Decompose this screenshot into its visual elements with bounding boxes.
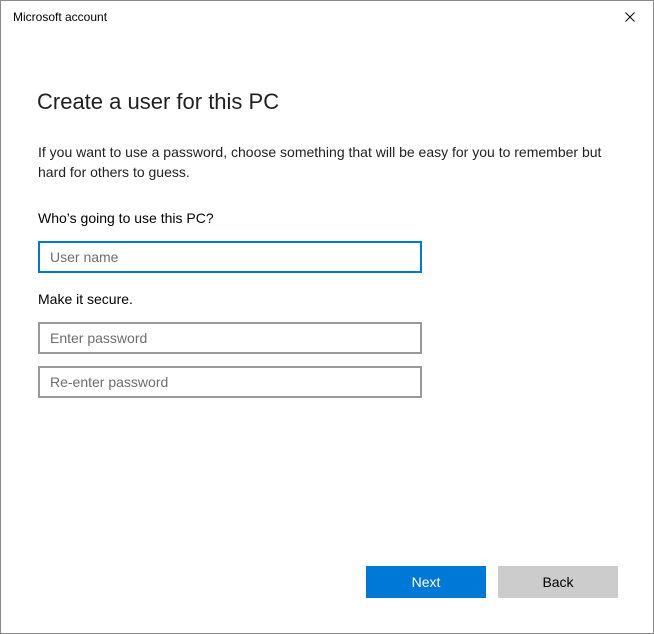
title-bar: Microsoft account [1, 1, 653, 33]
who-label: Who’s going to use this PC? [38, 210, 214, 226]
page-title: Create a user for this PC [37, 89, 280, 114]
secure-label: Make it secure. [38, 291, 133, 307]
back-button[interactable]: Back [498, 566, 618, 598]
next-button[interactable]: Next [366, 566, 486, 598]
username-input[interactable] [38, 241, 422, 273]
page-description: If you want to use a password, choose so… [38, 144, 602, 180]
reenter-password-input[interactable] [38, 366, 422, 398]
window-title: Microsoft account [13, 10, 108, 24]
password-input[interactable] [38, 322, 422, 354]
close-button[interactable] [607, 1, 653, 33]
microsoft-account-window: Microsoft account Create a user for this… [0, 0, 654, 634]
close-icon [625, 12, 635, 22]
